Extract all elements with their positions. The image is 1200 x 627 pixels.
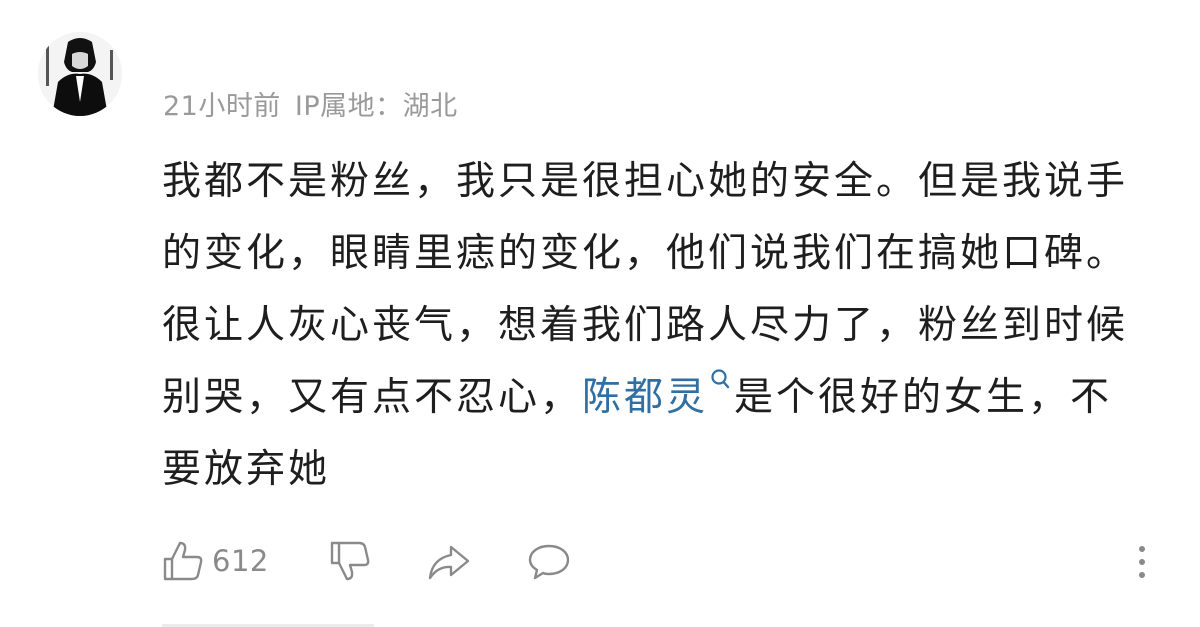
thumbs-up-icon	[163, 541, 203, 581]
share-icon	[428, 545, 470, 580]
avatar[interactable]	[38, 32, 122, 116]
comment-card: 21小时前 IP属地：湖北 我都不是粉丝，我只是很担心她的安全。但是我说手的变化，…	[0, 0, 1200, 627]
comment-text: 我都不是粉丝，我只是很担心她的安全。但是我说手的变化，眼睛里痣的变化，他们说我们…	[162, 146, 1152, 506]
like-count: 612	[212, 544, 269, 578]
action-bar: 612	[160, 538, 1160, 584]
like-button[interactable]: 612	[160, 538, 269, 584]
share-button[interactable]	[426, 538, 472, 584]
thumbs-down-icon	[330, 541, 370, 581]
more-options-button[interactable]	[1132, 543, 1152, 583]
mention-link[interactable]: 陈都灵	[582, 375, 708, 420]
more-vertical-icon	[1139, 546, 1145, 578]
search-icon[interactable]	[710, 368, 732, 396]
comment-button[interactable]	[526, 538, 572, 584]
timestamp: 21小时前	[163, 91, 281, 122]
dislike-button[interactable]	[328, 538, 372, 584]
ip-location: IP属地：湖北	[294, 91, 458, 122]
comment-meta: 21小时前 IP属地：湖北	[163, 84, 458, 123]
comment-icon	[528, 544, 570, 580]
avatar-image	[38, 32, 122, 116]
